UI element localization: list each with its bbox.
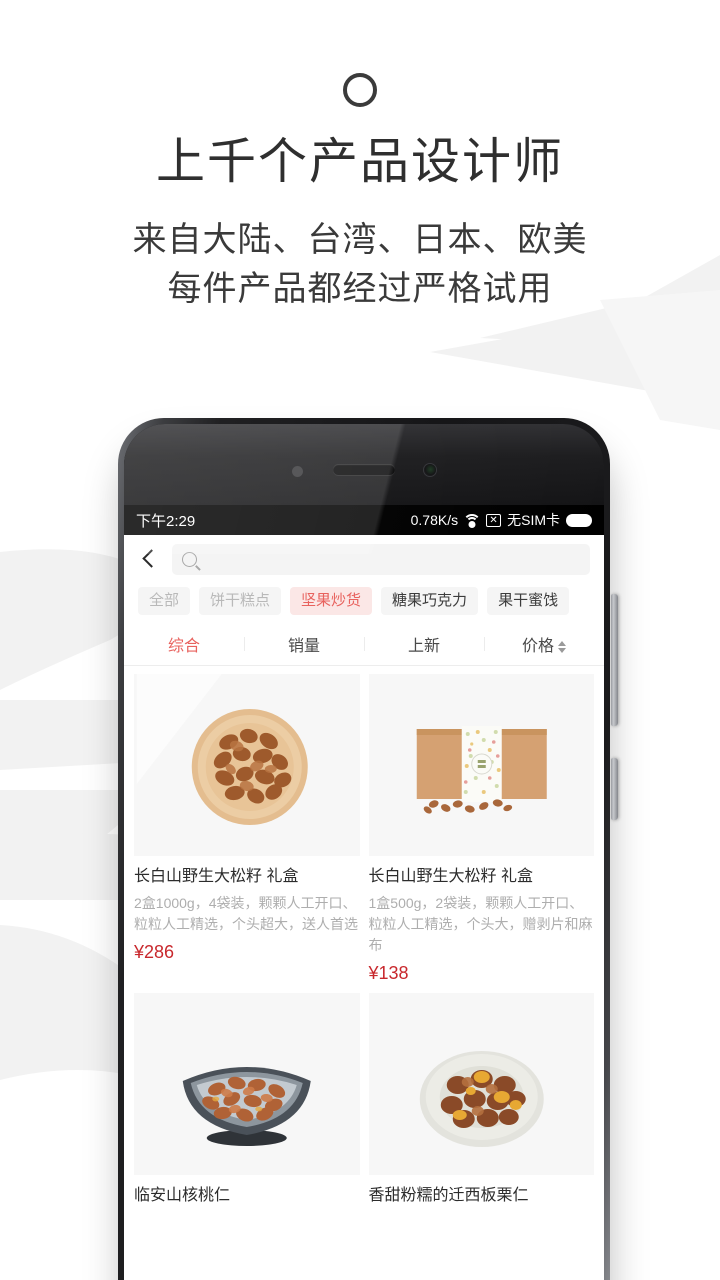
product-title: 长白山野生大松籽 礼盒 bbox=[368, 868, 533, 885]
phone-top-bezel bbox=[124, 424, 604, 505]
product-title: 临安山核桃仁 bbox=[134, 1187, 231, 1204]
chestnut-plate-illustration bbox=[371, 993, 592, 1175]
product-image-chestnuts bbox=[368, 993, 594, 1175]
phone-inner-frame: 下午2:29 0.78K/s ✕ 无SIM卡 全部 饼干糕点 坚果炒货 糖果巧克… bbox=[124, 424, 604, 1280]
product-price: ¥286 bbox=[134, 942, 175, 962]
promo-subtitle: 来自大陆、台湾、日本、欧美 每件产品都经过严格试用 bbox=[0, 216, 720, 315]
wifi-icon bbox=[463, 513, 482, 528]
promo-subtitle-line-1: 来自大陆、台湾、日本、欧美 bbox=[132, 220, 588, 259]
earpiece-speaker-icon bbox=[333, 464, 395, 475]
front-camera-icon bbox=[424, 464, 436, 476]
status-indicators: 0.78K/s ✕ 无SIM卡 bbox=[411, 510, 592, 530]
product-price: ¥138 bbox=[368, 963, 409, 983]
phone-body: 下午2:29 0.78K/s ✕ 无SIM卡 全部 饼干糕点 坚果炒货 糖果巧克… bbox=[118, 418, 610, 1280]
sim-status-text: 无SIM卡 bbox=[507, 512, 560, 528]
back-chevron-icon[interactable] bbox=[136, 546, 162, 572]
sort-tab-comprehensive-label: 综合 bbox=[167, 638, 200, 655]
signal-x-icon: ✕ bbox=[486, 513, 502, 527]
walnut-bowl-illustration bbox=[136, 993, 357, 1175]
product-description: 2盒1000g，4袋装，颗颗人工开口、粒粒人工精选，个头超大，送人首选 bbox=[134, 895, 358, 932]
category-chip-list[interactable]: 全部 饼干糕点 坚果炒货 糖果巧克力 果干蜜饯 bbox=[124, 583, 604, 623]
promo-header: 上千个产品设计师 来自大陆、台湾、日本、欧美 每件产品都经过严格试用 bbox=[0, 0, 720, 314]
category-chip-candy[interactable]: 糖果巧克力 bbox=[381, 587, 479, 615]
product-card[interactable]: 临安山核桃仁 bbox=[134, 993, 360, 1213]
sort-tab-new[interactable]: 上新 bbox=[364, 632, 484, 656]
status-bar: 下午2:29 0.78K/s ✕ 无SIM卡 bbox=[124, 505, 604, 535]
sort-arrows-icon bbox=[558, 640, 566, 654]
promo-subtitle-line-2: 每件产品都经过严格试用 bbox=[167, 270, 553, 309]
volume-rocker-button[interactable] bbox=[611, 594, 618, 726]
proximity-sensor-icon bbox=[292, 466, 303, 477]
product-image-gift-box bbox=[368, 674, 594, 856]
phone-screen: 下午2:29 0.78K/s ✕ 无SIM卡 全部 饼干糕点 坚果炒货 糖果巧克… bbox=[124, 505, 604, 1280]
page-title: 上千个产品设计师 bbox=[155, 135, 564, 189]
category-chip-all[interactable]: 全部 bbox=[138, 587, 191, 615]
battery-full-icon bbox=[566, 513, 592, 527]
power-button[interactable] bbox=[611, 758, 618, 820]
ring-logo-icon bbox=[343, 73, 377, 107]
status-time: 下午2:29 bbox=[136, 512, 196, 530]
pine-nuts-illustration bbox=[136, 674, 357, 856]
product-card[interactable]: 长白山野生大松籽 礼盒 1盒500g，2袋装，颗颗人工开口、粒粒人工精选，个头大… bbox=[368, 674, 594, 984]
search-input[interactable] bbox=[172, 543, 590, 575]
category-chip-biscuits[interactable]: 饼干糕点 bbox=[199, 587, 282, 615]
gift-box-illustration bbox=[371, 674, 592, 856]
product-grid: 长白山野生大松籽 礼盒 2盒1000g，4袋装，颗颗人工开口、粒粒人工精选，个头… bbox=[124, 666, 604, 1213]
product-image-walnut-kernels bbox=[134, 993, 360, 1175]
product-description: 1盒500g，2袋装，颗颗人工开口、粒粒人工精选，个头大，赠剥片和麻布 bbox=[368, 895, 593, 953]
product-title: 香甜粉糯的迁西板栗仁 bbox=[368, 1187, 529, 1204]
sort-tab-price-label: 价格 bbox=[521, 638, 554, 655]
sort-tab-new-label: 上新 bbox=[407, 638, 440, 655]
search-icon bbox=[182, 551, 197, 567]
product-card[interactable]: 长白山野生大松籽 礼盒 2盒1000g，4袋装，颗颗人工开口、粒粒人工精选，个头… bbox=[134, 674, 360, 984]
search-header bbox=[124, 535, 604, 583]
product-title: 长白山野生大松籽 礼盒 bbox=[134, 868, 299, 885]
category-chip-nuts[interactable]: 坚果炒货 bbox=[290, 587, 373, 615]
phone-mockup: 下午2:29 0.78K/s ✕ 无SIM卡 全部 饼干糕点 坚果炒货 糖果巧克… bbox=[118, 418, 618, 1280]
sort-tab-sales[interactable]: 销量 bbox=[244, 632, 364, 656]
promo-page: 上千个产品设计师 来自大陆、台湾、日本、欧美 每件产品都经过严格试用 下午2:2… bbox=[0, 0, 720, 1280]
sort-tab-sales-label: 销量 bbox=[287, 638, 320, 655]
sort-tab-bar[interactable]: 综合 销量 上新 价格 bbox=[124, 623, 604, 666]
product-image-pine-nuts bbox=[134, 674, 360, 856]
network-speed: 0.78K/s bbox=[410, 512, 459, 528]
sort-tab-comprehensive[interactable]: 综合 bbox=[124, 632, 244, 656]
product-card[interactable]: 香甜粉糯的迁西板栗仁 bbox=[368, 993, 594, 1213]
category-chip-dried-fruit[interactable]: 果干蜜饯 bbox=[487, 587, 570, 615]
sort-tab-price[interactable]: 价格 bbox=[484, 632, 604, 656]
